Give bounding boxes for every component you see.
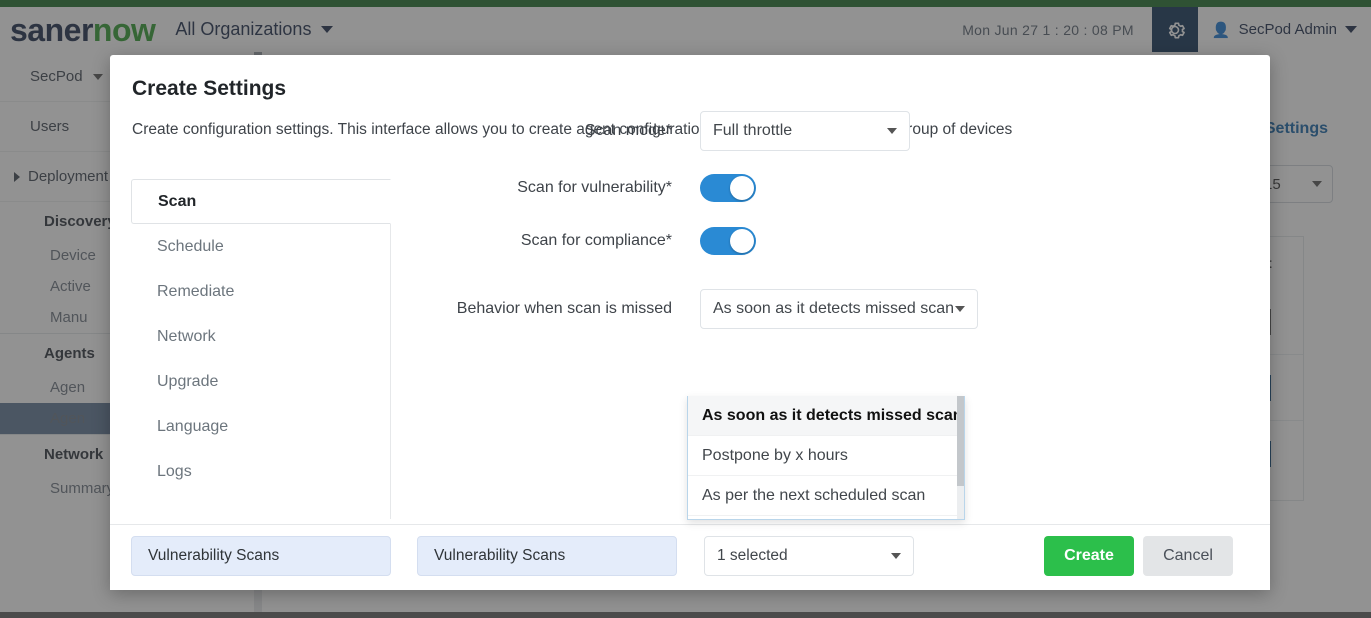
tab-network[interactable]: Network <box>131 314 390 359</box>
tab-logs[interactable]: Logs <box>131 449 390 494</box>
chevron-down-icon <box>891 553 901 559</box>
missed-scan-behavior-options: As soon as it detects missed scan Postpo… <box>687 396 965 520</box>
tab-label: Logs <box>157 463 192 481</box>
field-missed-scan-behavior: Behavior when scan is missed As soon as … <box>410 289 978 329</box>
tab-label: Scan <box>158 193 196 211</box>
field-scan-compliance: Scan for compliance* <box>410 227 756 255</box>
dropdown-option-next-scheduled[interactable]: As per the next scheduled scan <box>688 476 964 516</box>
tab-label: Remediate <box>157 283 234 301</box>
group-multiselect[interactable]: 1 selected <box>704 536 914 576</box>
settings-description-field[interactable]: Vulnerability Scans <box>417 536 677 576</box>
dropdown-scrollbar-thumb[interactable] <box>957 396 964 486</box>
screen: sanernow All Organizations Mon Jun 27 1 … <box>0 0 1371 618</box>
bottom-edge-strip <box>0 612 1371 618</box>
settings-description-value: Vulnerability Scans <box>434 547 565 565</box>
scan-mode-select[interactable]: Full throttle <box>700 111 910 151</box>
settings-name-field[interactable]: Vulnerability Scans <box>131 536 391 576</box>
dialog-footer: Vulnerability Scans Vulnerability Scans … <box>110 524 1270 590</box>
chevron-down-icon <box>955 306 965 312</box>
scan-vulnerability-toggle[interactable] <box>700 174 756 202</box>
tab-label: Language <box>157 418 228 436</box>
tab-label: Schedule <box>157 238 224 256</box>
tab-upgrade[interactable]: Upgrade <box>131 359 390 404</box>
scan-mode-value: Full throttle <box>713 122 792 140</box>
field-scan-vulnerability: Scan for vulnerability* <box>410 174 756 202</box>
tab-scan[interactable]: Scan <box>131 179 391 224</box>
scan-compliance-label: Scan for compliance* <box>410 232 700 250</box>
cancel-button[interactable]: Cancel <box>1143 536 1233 576</box>
group-multiselect-value: 1 selected <box>717 547 788 565</box>
dialog-title: Create Settings <box>132 77 286 101</box>
scan-mode-label: Scan mode* <box>410 122 700 140</box>
missed-scan-behavior-value: As soon as it detects missed scan <box>713 300 954 318</box>
create-button[interactable]: Create <box>1044 536 1134 576</box>
dropdown-option-detect-missed[interactable]: As soon as it detects missed scan <box>688 396 964 436</box>
toggle-knob <box>730 176 754 200</box>
dropdown-option-label: As per the next scheduled scan <box>702 487 925 505</box>
scan-compliance-toggle[interactable] <box>700 227 756 255</box>
settings-name-value: Vulnerability Scans <box>148 547 279 565</box>
tab-label: Network <box>157 328 216 346</box>
dropdown-option-label: As soon as it detects missed scan <box>702 407 963 425</box>
field-scan-mode: Scan mode* Full throttle <box>410 111 910 151</box>
tab-language[interactable]: Language <box>131 404 390 449</box>
tab-remediate[interactable]: Remediate <box>131 269 390 314</box>
missed-scan-behavior-select[interactable]: As soon as it detects missed scan <box>700 289 978 329</box>
toggle-knob <box>730 229 754 253</box>
tab-label: Upgrade <box>157 373 218 391</box>
scan-vulnerability-label: Scan for vulnerability* <box>410 179 700 197</box>
missed-scan-behavior-label: Behavior when scan is missed <box>410 300 700 318</box>
dropdown-scrollbar[interactable] <box>957 396 964 520</box>
tab-schedule[interactable]: Schedule <box>131 224 390 269</box>
dropdown-option-label: Postpone by x hours <box>702 447 848 465</box>
chevron-down-icon <box>887 128 897 134</box>
settings-tab-list: Scan Schedule Remediate Network Upgrade … <box>131 179 391 519</box>
dropdown-option-postpone[interactable]: Postpone by x hours <box>688 436 964 476</box>
